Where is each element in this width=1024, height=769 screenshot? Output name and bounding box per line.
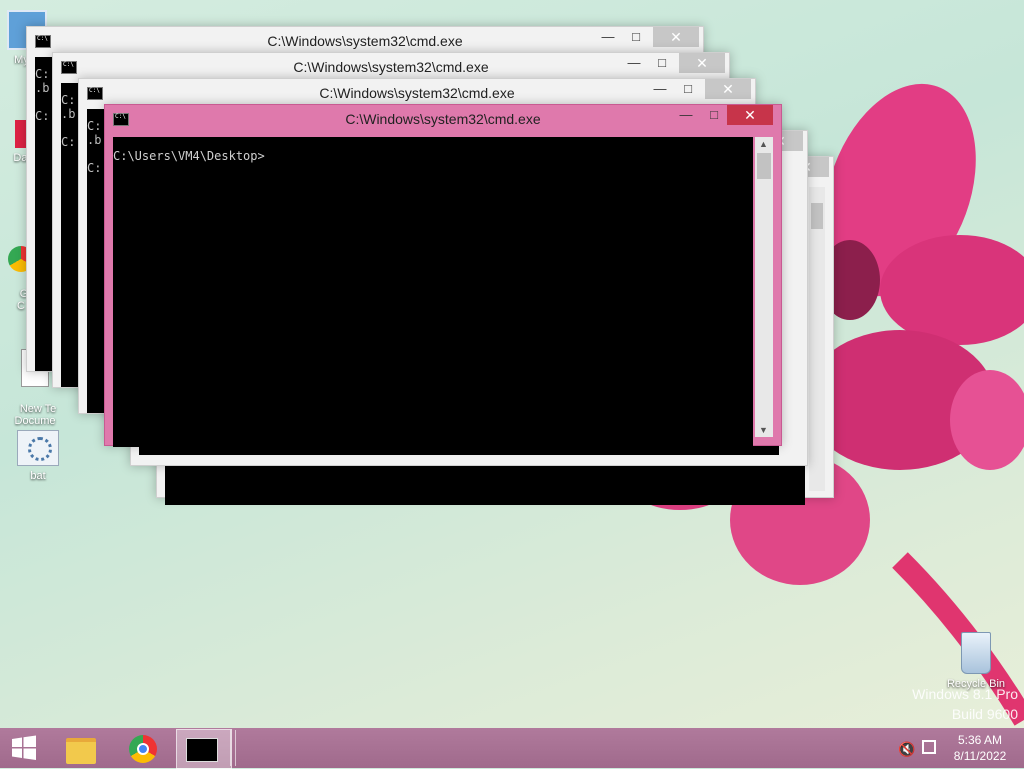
folder-icon [66, 738, 96, 764]
clock-time: 5:36 AM [957, 733, 1003, 747]
minimize-button[interactable]: — [671, 105, 701, 125]
taskbar: 🔇 5:36 AM 8/11/2022 [0, 728, 1024, 769]
scroll-up-arrow-icon[interactable]: ▲ [759, 139, 768, 149]
maximize-button[interactable]: □ [699, 105, 729, 125]
maximize-button[interactable]: □ [647, 53, 677, 73]
network-icon[interactable] [922, 740, 936, 754]
maximize-button[interactable]: □ [673, 79, 703, 99]
close-button[interactable]: ✕ [653, 27, 699, 47]
vertical-scrollbar[interactable]: ▲ ▼ [755, 137, 773, 437]
scroll-down-arrow-icon[interactable]: ▼ [759, 425, 768, 435]
title-bar[interactable]: C:\Windows\system32\cmd.exe — □ ✕ [79, 79, 755, 107]
close-button[interactable]: ✕ [727, 105, 773, 125]
title-bar[interactable]: C:\Windows\system32\cmd.exe — □ ✕ [27, 27, 703, 55]
start-button[interactable] [0, 729, 48, 767]
close-button[interactable]: ✕ [705, 79, 751, 99]
vertical-scrollbar[interactable] [809, 187, 825, 491]
taskbar-file-explorer[interactable] [54, 729, 108, 767]
cmd-window-active[interactable]: C:\Windows\system32\cmd.exe — □ ✕ C:\Use… [104, 104, 782, 447]
scrollbar-thumb[interactable] [811, 203, 823, 229]
taskbar-chrome[interactable] [116, 729, 170, 767]
close-button[interactable]: ✕ [679, 53, 725, 73]
clock-date: 8/11/2022 [953, 749, 1007, 763]
console-output[interactable]: C: .b C: [35, 57, 53, 371]
console-output[interactable]: C: .b C: [61, 83, 79, 387]
taskbar-cmd[interactable] [176, 729, 232, 769]
system-clock[interactable]: 5:36 AM 8/11/2022 [950, 732, 1010, 764]
title-bar[interactable]: C:\Windows\system32\cmd.exe — □ ✕ [53, 53, 729, 81]
minimize-button[interactable]: — [619, 53, 649, 73]
title-bar[interactable]: C:\Windows\system32\cmd.exe — □ ✕ [105, 105, 781, 133]
maximize-button[interactable]: □ [621, 27, 651, 47]
desktop-icon-bat[interactable]: bat [3, 430, 73, 482]
minimize-button[interactable]: — [645, 79, 675, 99]
taskbar-stack-indicator [230, 730, 236, 766]
console-output[interactable]: C: .b C: [87, 109, 105, 413]
cmd-icon [186, 738, 218, 762]
console-output[interactable]: C:\Users\VM4\Desktop> [113, 137, 753, 447]
volume-muted-icon[interactable]: 🔇 [898, 741, 915, 758]
windows-watermark: Windows 8.1 Pro Build 9600 [912, 686, 1018, 722]
minimize-button[interactable]: — [593, 27, 623, 47]
desktop-icon-recycle-bin[interactable]: Recycle Bin [940, 632, 1012, 690]
chrome-icon [129, 735, 157, 763]
recycle-bin-icon [961, 632, 991, 674]
scrollbar-thumb[interactable] [757, 153, 771, 179]
batch-file-icon [17, 430, 59, 466]
windows-logo-icon [12, 735, 36, 760]
